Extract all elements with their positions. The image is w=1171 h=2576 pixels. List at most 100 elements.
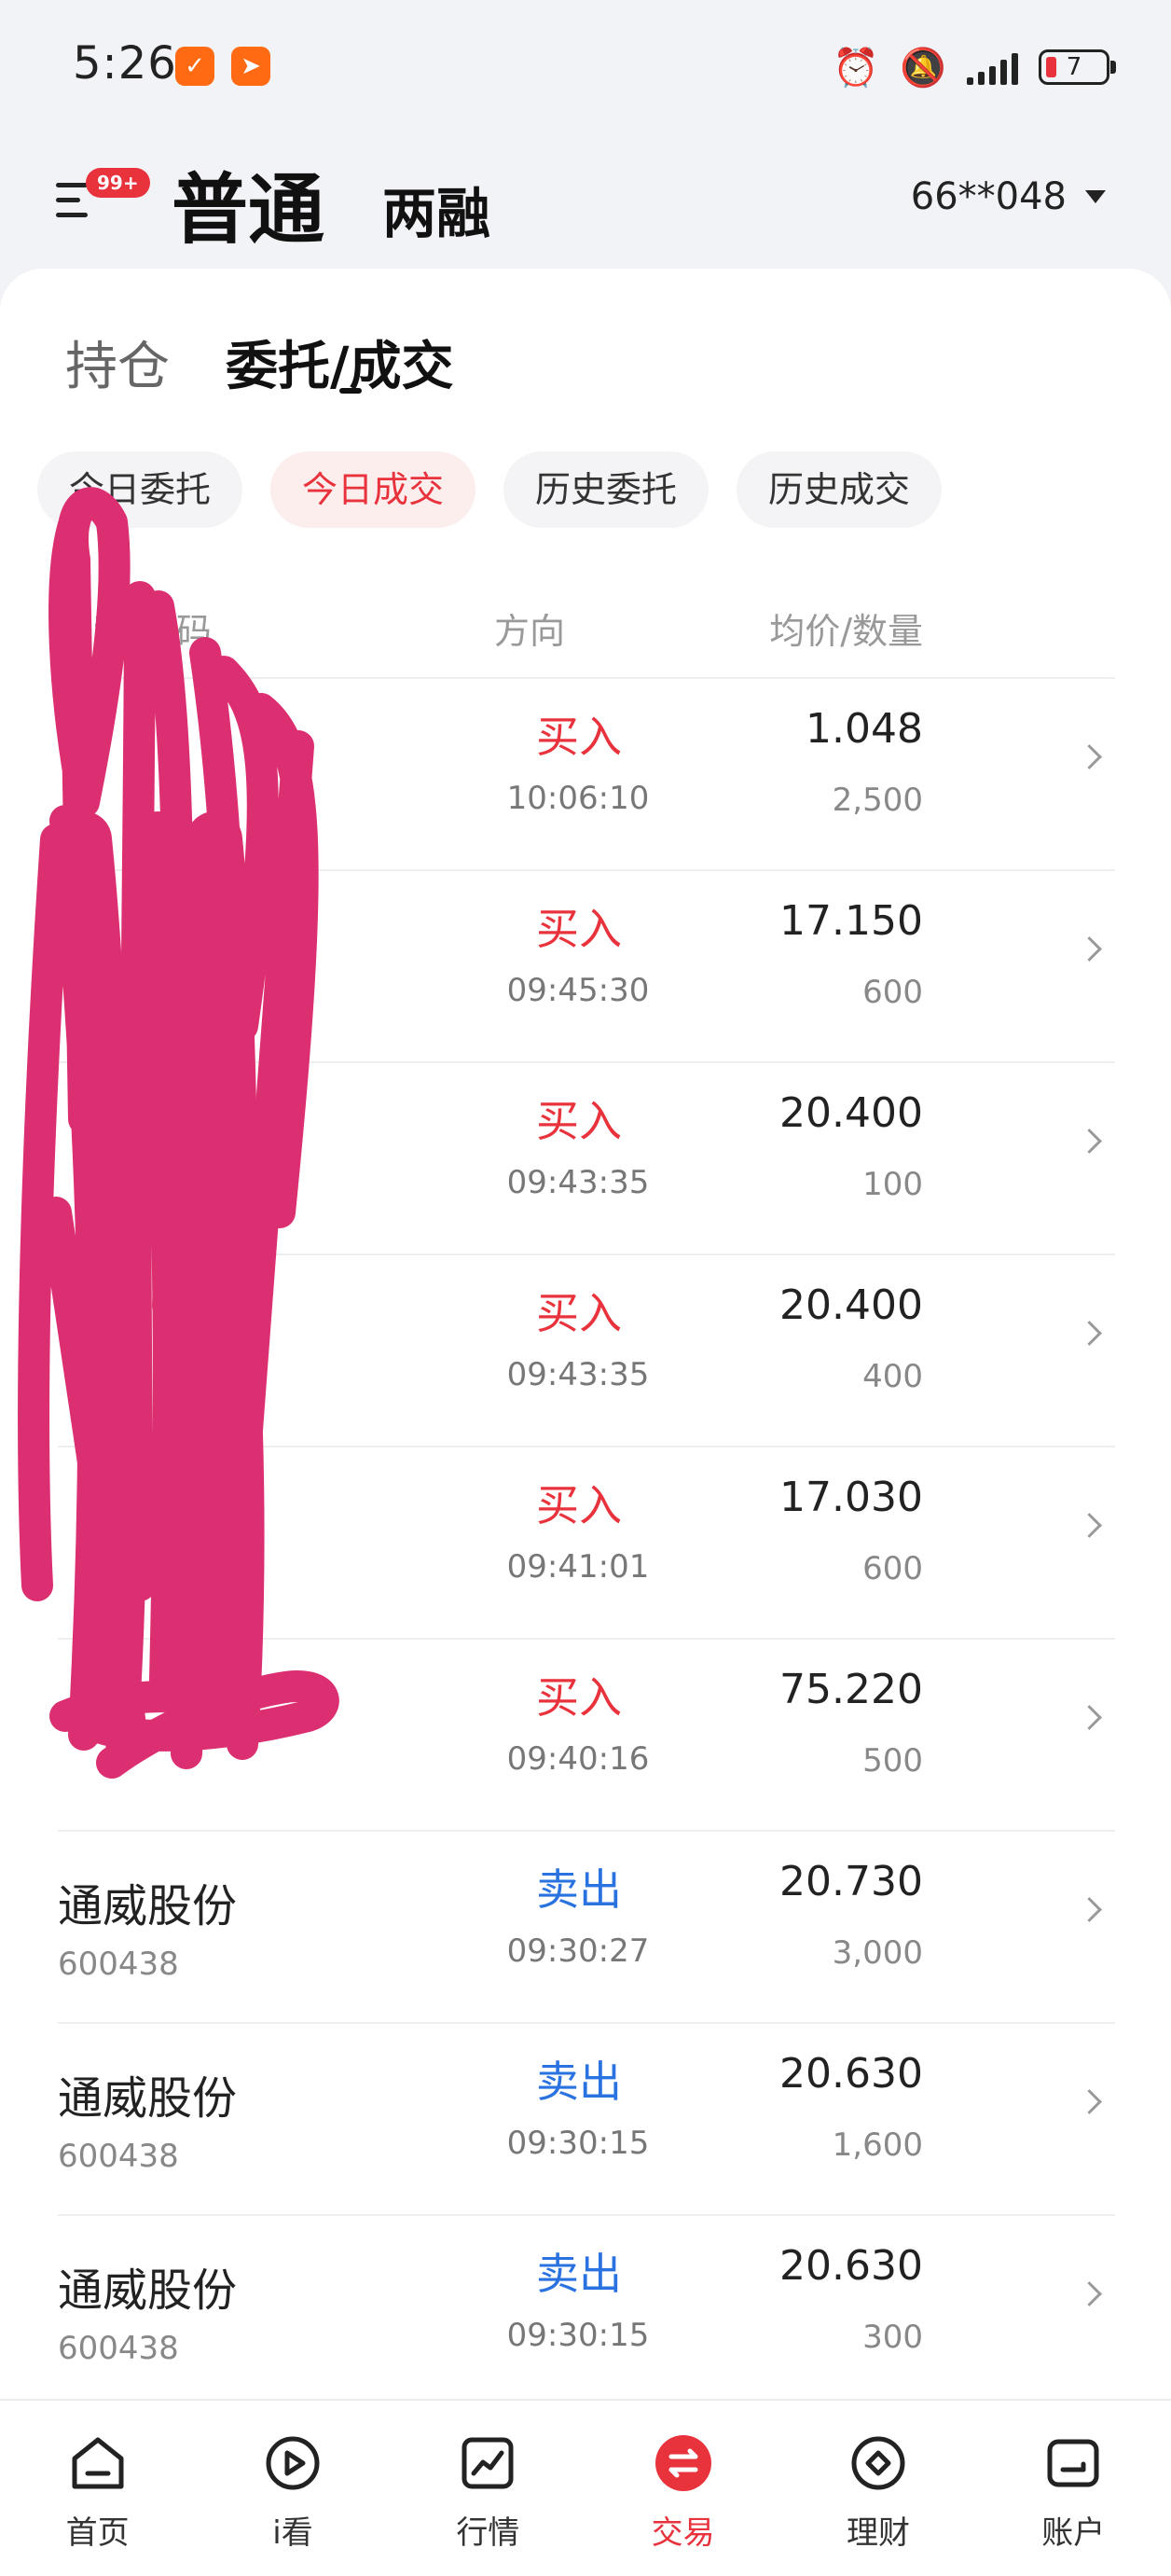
- quantity: 100: [862, 1166, 923, 1203]
- trade-direction: 买入: [536, 1480, 622, 1530]
- nav-label: 交易: [651, 2514, 715, 2552]
- table-row[interactable]: 通威股份 600438 卖出 09:30:15 20.630 1,600: [0, 2022, 1171, 2214]
- trade-direction: 买入: [536, 712, 622, 762]
- nav-label: 理财: [846, 2514, 910, 2552]
- chevron-right-icon: [1077, 2089, 1102, 2114]
- trade-time: 09:43:35: [506, 1356, 650, 1393]
- status-bar: 5:26 ✓ ➤ ⏰ 🔕 7: [0, 0, 1171, 131]
- app-notification-icon: ➤: [231, 47, 270, 86]
- stock-code: 600438: [58, 2330, 179, 2367]
- table-row[interactable]: 买入 09:43:35 20.400 400: [0, 1253, 1171, 1446]
- nav-market[interactable]: 行情: [391, 2401, 586, 2576]
- table-row[interactable]: 通威股份 600438 卖出 09:30:27 20.730 3,000: [0, 1830, 1171, 2022]
- nav-wealth[interactable]: 理财: [780, 2401, 975, 2576]
- nav-home[interactable]: 首页: [0, 2401, 195, 2576]
- mute-icon: 🔕: [900, 46, 946, 90]
- table-row[interactable]: 买入 09:40:16 75.220 500: [0, 1638, 1171, 1830]
- quantity: 3,000: [832, 1934, 923, 1972]
- nav-account[interactable]: 账户: [976, 2401, 1171, 2576]
- column-header-name: 名称/代码: [58, 611, 212, 652]
- avg-price: 17.030: [779, 1474, 923, 1521]
- column-header-direction: 方向: [494, 611, 566, 652]
- signal-icon: [967, 49, 1018, 85]
- trade-header: 99+ 普通 两融 66**048: [0, 131, 1171, 270]
- stock-name: 通威股份: [58, 2072, 238, 2125]
- trade-time: 09:43:35: [506, 1164, 650, 1201]
- trade-direction: 卖出: [536, 2249, 622, 2299]
- account-icon: [1047, 2439, 1099, 2487]
- message-badge: 99+: [86, 168, 150, 198]
- battery-icon: 7: [1039, 49, 1116, 85]
- play-icon: [266, 2436, 320, 2490]
- trade-direction: 买入: [536, 904, 622, 954]
- stock-code: 600438: [58, 2138, 179, 2175]
- table-row[interactable]: 买入 09:43:35 20.400 100: [0, 1061, 1171, 1253]
- trade-time: 09:30:15: [506, 2317, 650, 2354]
- trade-direction: 买入: [536, 1096, 622, 1146]
- quantity: 600: [862, 1550, 923, 1587]
- table-row[interactable]: 买入 10:06:10 1.048 2,500: [0, 677, 1171, 869]
- trade-time: 09:45:30: [506, 972, 650, 1009]
- quantity: 1,600: [832, 2126, 923, 2164]
- home-icon: [72, 2437, 124, 2489]
- chart-icon: [462, 2437, 514, 2489]
- avg-price: 75.220: [779, 1666, 923, 1713]
- status-time: 5:26: [73, 37, 177, 90]
- mode-tab-normal[interactable]: 普通: [172, 147, 324, 258]
- quantity: 400: [862, 1358, 923, 1395]
- avg-price: 20.400: [779, 1089, 923, 1137]
- trade-icon: [654, 2435, 711, 2491]
- chevron-right-icon: [1077, 1705, 1102, 1730]
- alarm-icon: ⏰: [833, 46, 880, 90]
- wealth-icon: [851, 2436, 905, 2490]
- app-notification-icon: ✓: [175, 47, 214, 86]
- mode-tab-margin[interactable]: 两融: [382, 170, 490, 248]
- stock-code: 600438: [58, 1946, 179, 1983]
- chevron-right-icon: [1077, 2281, 1102, 2306]
- stock-name: 通威股份: [58, 1880, 238, 1932]
- trade-direction: 卖出: [536, 1864, 622, 1915]
- table-row[interactable]: 通威股份 600438 卖出 09:30:15 20.630 300: [0, 2214, 1171, 2400]
- avg-price: 20.730: [779, 1858, 923, 1905]
- chip-today-orders[interactable]: 今日委托: [37, 451, 243, 528]
- nav-trade[interactable]: 交易: [586, 2401, 780, 2576]
- avg-price: 17.150: [779, 897, 923, 945]
- chevron-right-icon: [1077, 1513, 1102, 1538]
- trade-time: 09:40:16: [506, 1740, 650, 1778]
- table-row[interactable]: 买入 09:41:01 17.030 600: [0, 1446, 1171, 1638]
- chevron-down-icon: [1085, 190, 1106, 203]
- quantity: 500: [862, 1742, 923, 1780]
- column-header-price-qty: 均价/数量: [769, 611, 923, 652]
- chip-history-orders[interactable]: 历史委托: [503, 451, 709, 528]
- trade-time: 09:30:27: [506, 1932, 650, 1970]
- nav-label: 账户: [1041, 2514, 1106, 2552]
- chevron-right-icon: [1077, 936, 1102, 962]
- orders-card: 持仓 委托/成交 今日委托 今日成交 历史委托 历史成交 名称/代码 方向 均价…: [0, 269, 1171, 2400]
- tab-holdings[interactable]: 持仓: [65, 325, 170, 400]
- trade-direction: 买入: [536, 1288, 622, 1338]
- chip-today-deals[interactable]: 今日成交: [270, 451, 476, 528]
- bottom-nav: 首页 i看 行情 交易 理财 账户: [0, 2399, 1171, 2576]
- deals-list: 买入 10:06:10 1.048 2,500 买入 09:45:30 17.1…: [0, 677, 1171, 2400]
- trade-direction: 买入: [536, 1672, 622, 1723]
- battery-level: 7: [1066, 53, 1082, 81]
- avg-price: 20.630: [779, 2242, 923, 2290]
- account-selector[interactable]: 66**048: [911, 175, 1106, 218]
- chevron-right-icon: [1077, 744, 1102, 769]
- nav-watch[interactable]: i看: [195, 2401, 390, 2576]
- table-row[interactable]: 买入 09:45:30 17.150 600: [0, 869, 1171, 1061]
- nav-label: 行情: [456, 2514, 520, 2552]
- trade-time: 09:30:15: [506, 2125, 650, 2162]
- chip-history-deals[interactable]: 历史成交: [737, 451, 943, 528]
- quantity: 600: [862, 974, 923, 1011]
- avg-price: 20.630: [779, 2050, 923, 2098]
- chevron-right-icon: [1077, 1321, 1102, 1346]
- chevron-right-icon: [1077, 1129, 1102, 1154]
- tab-indicator: [339, 388, 362, 394]
- avg-price: 20.400: [779, 1281, 923, 1329]
- nav-label: 首页: [65, 2514, 130, 2552]
- account-number: 66**048: [910, 175, 1067, 218]
- nav-label: i看: [272, 2514, 313, 2552]
- quantity: 2,500: [832, 782, 923, 819]
- filter-chips: 今日委托 今日成交 历史委托 历史成交: [37, 451, 943, 528]
